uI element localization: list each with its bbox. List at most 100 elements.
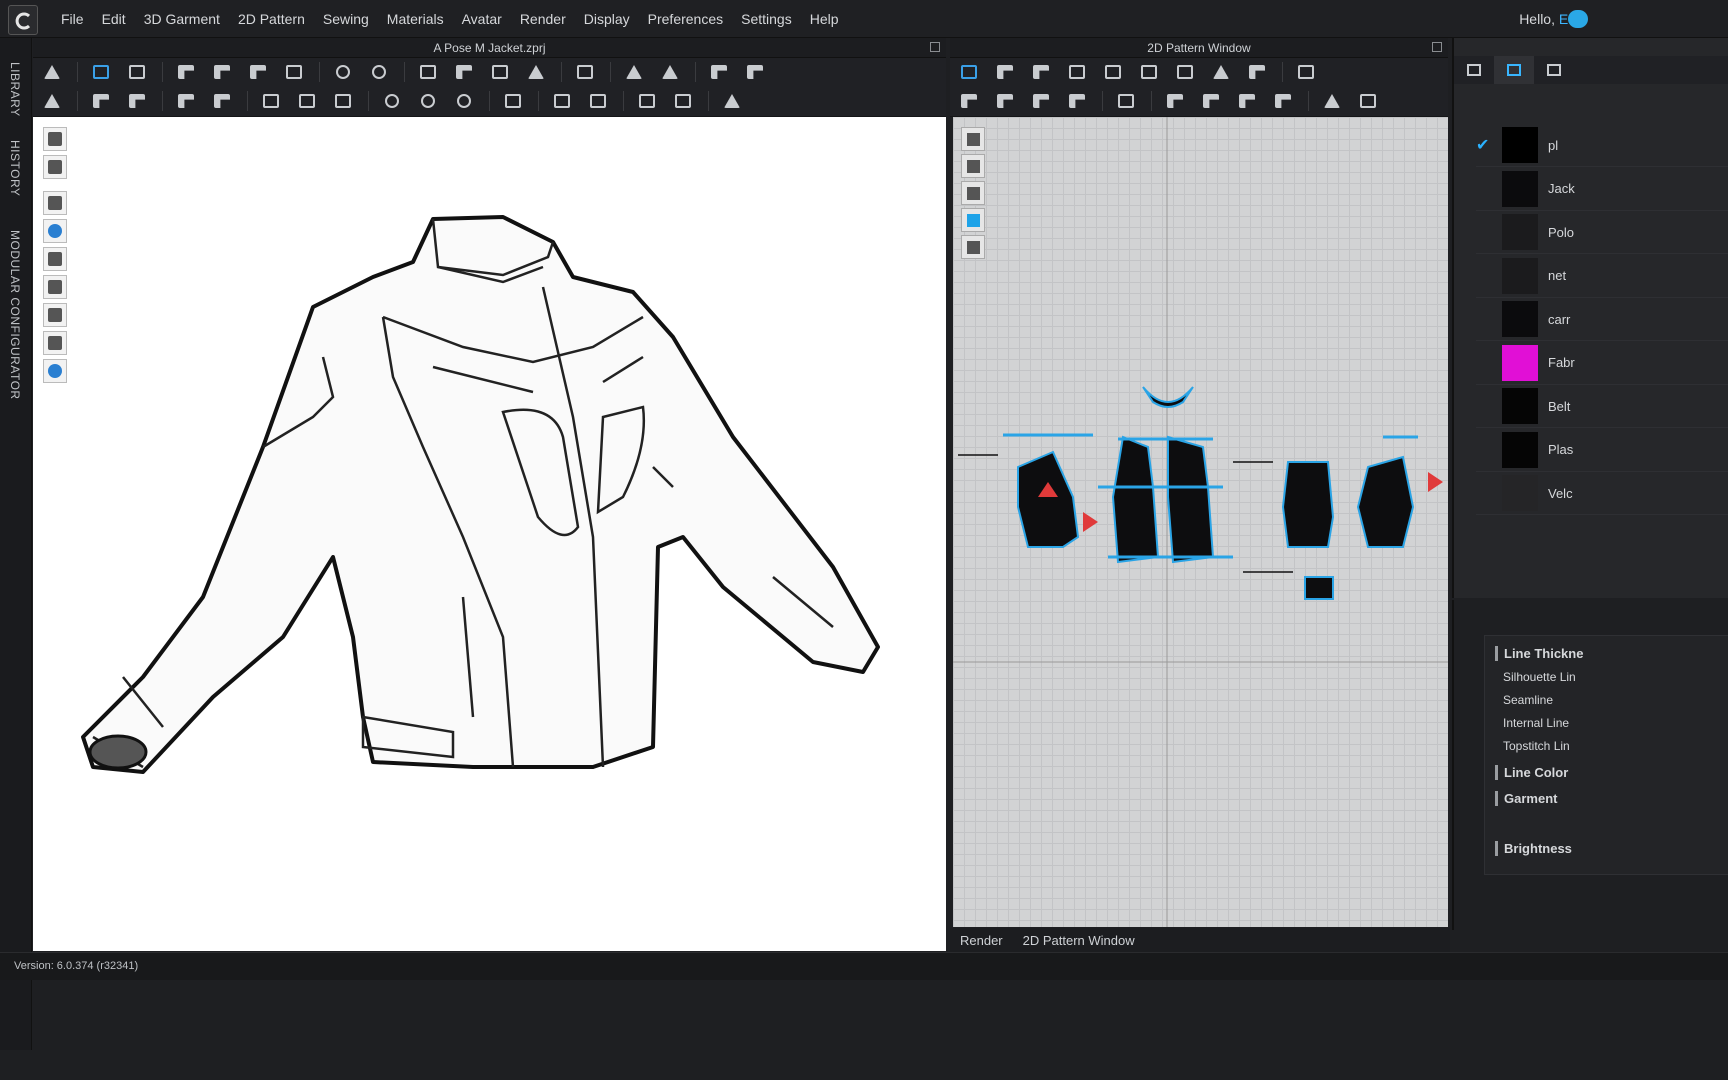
menu-render[interactable]: Render bbox=[511, 11, 575, 27]
fabric-tab-icon[interactable] bbox=[1494, 56, 1534, 84]
pants-icon[interactable] bbox=[489, 61, 511, 83]
circle-icon[interactable] bbox=[1138, 61, 1160, 83]
menu-sewing[interactable]: Sewing bbox=[314, 11, 378, 27]
prop-line-color[interactable]: Line Color bbox=[1495, 765, 1568, 780]
symmetry-icon[interactable] bbox=[1030, 90, 1052, 112]
fabric-item[interactable]: Velc bbox=[1476, 472, 1728, 515]
menu-settings[interactable]: Settings bbox=[732, 11, 801, 27]
stitch-icon[interactable] bbox=[672, 90, 694, 112]
piping-icon[interactable] bbox=[636, 90, 658, 112]
zipper-icon[interactable] bbox=[502, 90, 524, 112]
menu-3d-garment[interactable]: 3D Garment bbox=[135, 11, 229, 27]
fabric-item[interactable]: Fabr bbox=[1476, 342, 1728, 385]
menu-2d-pattern[interactable]: 2D Pattern bbox=[229, 11, 314, 27]
trace-icon[interactable] bbox=[1246, 61, 1268, 83]
simulate-icon[interactable] bbox=[41, 61, 63, 83]
ruler-2d-icon[interactable] bbox=[1357, 90, 1379, 112]
cut-sewing-icon[interactable] bbox=[211, 90, 233, 112]
segment-2d-icon[interactable] bbox=[1200, 90, 1222, 112]
tab-render[interactable]: Render bbox=[950, 933, 1013, 948]
expand-icon[interactable] bbox=[1432, 42, 1442, 52]
prop-line-thickness[interactable]: Line Thickne bbox=[1495, 646, 1583, 661]
prop-topstitch-line[interactable]: Topstitch Lin bbox=[1503, 739, 1570, 753]
tab-history[interactable]: HISTORY bbox=[8, 140, 22, 196]
measure-icon[interactable] bbox=[574, 61, 596, 83]
expand-icon[interactable] bbox=[930, 42, 940, 52]
tape-3d-icon[interactable] bbox=[551, 90, 573, 112]
graphic-icon[interactable] bbox=[296, 90, 318, 112]
prop-garment[interactable]: Garment bbox=[1495, 791, 1557, 806]
free-sewing-icon[interactable] bbox=[126, 90, 148, 112]
fabric-item[interactable]: net bbox=[1476, 255, 1728, 298]
offset-icon[interactable] bbox=[1066, 90, 1088, 112]
button-icon[interactable] bbox=[381, 90, 403, 112]
fabric-item[interactable]: Plas bbox=[1476, 429, 1728, 472]
menu-preferences[interactable]: Preferences bbox=[639, 11, 732, 27]
unfold-2d-icon[interactable] bbox=[994, 90, 1016, 112]
edit-sewing-icon[interactable] bbox=[175, 90, 197, 112]
edit-sewing-2d-icon[interactable] bbox=[1272, 90, 1294, 112]
fold-icon[interactable] bbox=[211, 61, 233, 83]
fabric-item[interactable]: ✔ pl bbox=[1476, 124, 1728, 167]
tape-icon[interactable] bbox=[659, 61, 681, 83]
prop-silhouette-line[interactable]: Silhouette Lin bbox=[1503, 670, 1576, 684]
select-mesh-icon[interactable] bbox=[126, 61, 148, 83]
rectangle-icon[interactable] bbox=[1102, 61, 1124, 83]
edit-curvature-icon[interactable] bbox=[1030, 61, 1052, 83]
list-icon[interactable] bbox=[1454, 56, 1494, 84]
fabric-item[interactable]: carr bbox=[1476, 298, 1728, 341]
tab-library[interactable]: LIBRARY bbox=[8, 62, 22, 117]
flatten-icon[interactable] bbox=[283, 61, 305, 83]
tack-icon[interactable] bbox=[368, 61, 390, 83]
3d-viewport[interactable] bbox=[33, 117, 946, 951]
unfold-icon[interactable] bbox=[247, 61, 269, 83]
fabric-item[interactable]: Belt bbox=[1476, 385, 1728, 428]
arrangement-icon[interactable] bbox=[708, 61, 730, 83]
line-icon[interactable] bbox=[1321, 90, 1343, 112]
select-move-icon[interactable] bbox=[90, 61, 112, 83]
edit-pattern-icon[interactable] bbox=[994, 61, 1016, 83]
notch-icon[interactable] bbox=[1295, 61, 1317, 83]
prop-brightness[interactable]: Brightness bbox=[1495, 841, 1572, 856]
menu-display[interactable]: Display bbox=[575, 11, 639, 27]
snap-icon[interactable] bbox=[453, 90, 475, 112]
internal-polygon-icon[interactable] bbox=[1174, 61, 1196, 83]
fold-arrangement-icon[interactable] bbox=[175, 61, 197, 83]
menu-help[interactable]: Help bbox=[801, 11, 848, 27]
ruler-icon[interactable] bbox=[623, 61, 645, 83]
fusing-icon[interactable] bbox=[1115, 90, 1137, 112]
prop-internal-line[interactable]: Internal Line bbox=[1503, 716, 1569, 730]
segment-sewing-icon[interactable] bbox=[90, 90, 112, 112]
tab-2d-pattern-window[interactable]: 2D Pattern Window bbox=[1013, 933, 1145, 948]
texture-edit-icon[interactable] bbox=[260, 90, 282, 112]
avatar-icon[interactable] bbox=[525, 61, 547, 83]
polygon-icon[interactable] bbox=[1066, 61, 1088, 83]
pattern-shirt-icon[interactable] bbox=[1164, 90, 1186, 112]
free-2d-icon[interactable] bbox=[1236, 90, 1258, 112]
garment-fit-icon[interactable] bbox=[417, 61, 439, 83]
fabric-swatch bbox=[1502, 475, 1538, 511]
fold-2d-icon[interactable] bbox=[958, 90, 980, 112]
puckering-icon[interactable] bbox=[587, 90, 609, 112]
menu-edit[interactable]: Edit bbox=[93, 11, 135, 27]
split-icon[interactable] bbox=[721, 90, 743, 112]
menu-avatar[interactable]: Avatar bbox=[453, 11, 511, 27]
transform-pattern-icon[interactable] bbox=[958, 61, 980, 83]
trim-icon[interactable] bbox=[332, 90, 354, 112]
2d-pattern-viewport[interactable] bbox=[953, 117, 1448, 927]
tab-modular-configurator[interactable]: MODULAR CONFIGURATOR bbox=[8, 230, 22, 400]
cloud-icon[interactable] bbox=[1568, 10, 1588, 28]
fabric-item[interactable]: Polo bbox=[1476, 211, 1728, 254]
buttonhole-icon[interactable] bbox=[417, 90, 439, 112]
prop-seamline[interactable]: Seamline bbox=[1503, 693, 1553, 707]
pin-icon[interactable] bbox=[332, 61, 354, 83]
menu-file[interactable]: File bbox=[52, 11, 93, 27]
menu-materials[interactable]: Materials bbox=[378, 11, 453, 27]
dart-icon[interactable] bbox=[1210, 61, 1232, 83]
reset-arrangement-icon[interactable] bbox=[744, 61, 766, 83]
fabric-item[interactable]: Jack bbox=[1476, 168, 1728, 211]
app-logo-icon[interactable] bbox=[8, 5, 38, 35]
shirt-icon[interactable] bbox=[453, 61, 475, 83]
pose-icon[interactable] bbox=[41, 90, 63, 112]
button-tab-icon[interactable] bbox=[1534, 56, 1574, 84]
